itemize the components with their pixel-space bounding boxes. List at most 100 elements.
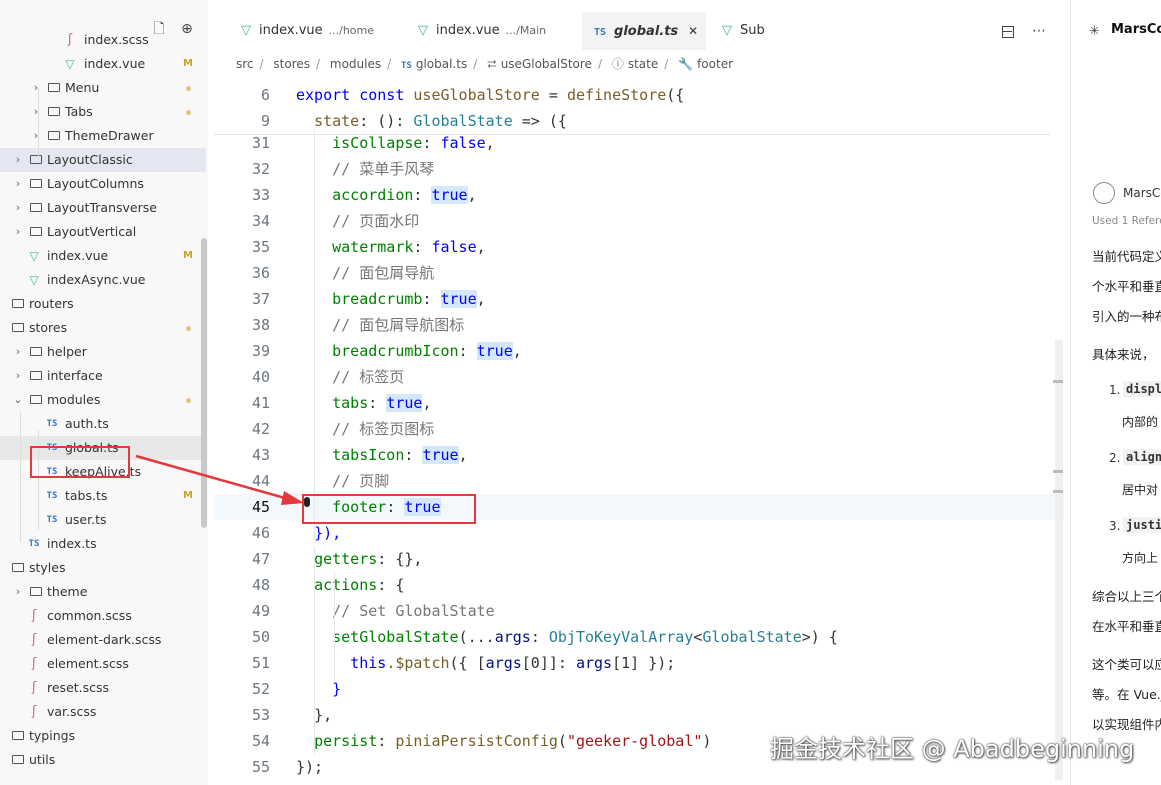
breadcrumb-symbol-state[interactable]: state: [628, 57, 658, 71]
code-area[interactable]: 6 export const useGlobalStore = defineSto…: [214, 82, 1064, 785]
code-line[interactable]: 44 // 页脚: [214, 468, 1064, 494]
property-token: accordion: [332, 186, 414, 204]
editor-tab[interactable]: ▽ Sub: [716, 12, 776, 50]
chevron-right-icon[interactable]: ›: [12, 172, 24, 196]
tree-folder[interactable]: › interface: [0, 364, 206, 388]
breadcrumb-file[interactable]: global.ts: [416, 57, 467, 71]
code-content: watermark: false,: [296, 234, 486, 260]
line-number: 40: [251, 368, 270, 386]
code-line[interactable]: 51 this.$patch({ [args[0]]: args[1] });: [214, 650, 1064, 676]
chevron-right-icon[interactable]: ›: [12, 364, 24, 388]
function-token: .$patch: [386, 654, 450, 672]
code-line[interactable]: 39 breadcrumbIcon: true,: [214, 338, 1064, 364]
chevron-right-icon[interactable]: ›: [12, 196, 24, 220]
tree-folder[interactable]: › theme: [0, 580, 206, 604]
punctuation-token: : {},: [377, 550, 423, 568]
tree-folder[interactable]: styles: [0, 556, 206, 580]
tree-file[interactable]: TS index.ts: [0, 532, 206, 556]
explorer-scrollbar[interactable]: [201, 238, 207, 528]
tree-folder[interactable]: routers: [0, 292, 206, 316]
breadcrumb-symbol-footer[interactable]: footer: [697, 57, 733, 71]
close-icon[interactable]: ✕: [688, 24, 698, 38]
chevron-right-icon[interactable]: ›: [12, 148, 24, 172]
tree-file[interactable]: ▽ index.vue M: [0, 52, 206, 76]
boolean-token: true: [440, 290, 477, 308]
tree-folder[interactable]: stores: [0, 316, 206, 340]
code-line[interactable]: 40 // 标签页: [214, 364, 1064, 390]
tree-folder[interactable]: › Menu: [0, 76, 206, 100]
file-explorer: 🗋 ⊕ ʃ index.scss ▽ index.vue M › Menu › Tabs › The…: [0, 0, 208, 785]
tab-actions: ⋯: [1001, 12, 1046, 50]
tree-file[interactable]: ʃ var.scss: [0, 700, 206, 724]
tree-folder[interactable]: › Tabs: [0, 100, 206, 124]
tree-file[interactable]: ▽ indexAsync.vue: [0, 268, 206, 292]
tree-file[interactable]: TS user.ts: [0, 508, 206, 532]
modified-badge: M: [183, 490, 193, 501]
code-line[interactable]: 42 // 标签页图标: [214, 416, 1064, 442]
editor-tab[interactable]: ▽ index.vue .../home: [235, 12, 405, 50]
tree-file[interactable]: TS auth.ts: [0, 412, 206, 436]
tree-folder[interactable]: › LayoutClassic: [0, 148, 206, 172]
chat-text-line: 内部的: [1122, 415, 1159, 429]
code-line[interactable]: 35 watermark: false,: [214, 234, 1064, 260]
chevron-right-icon[interactable]: ›: [30, 76, 42, 100]
breadcrumb-stores[interactable]: stores: [273, 57, 310, 71]
tree-file[interactable]: ʃ index.scss: [0, 28, 206, 52]
more-actions-icon[interactable]: ⋯: [1032, 23, 1046, 39]
chevron-right-icon[interactable]: ›: [30, 124, 42, 148]
tree-file[interactable]: ʃ reset.scss: [0, 676, 206, 700]
code-line[interactable]: 6 export const useGlobalStore = defineSto…: [214, 82, 1064, 108]
code-line[interactable]: 50 setGlobalState(...args: ObjToKeyValAr…: [214, 624, 1064, 650]
editor-tab[interactable]: ▽index.vue.../layouts: [214, 12, 228, 50]
code-line[interactable]: 33 accordion: true,: [214, 182, 1064, 208]
chevron-right-icon[interactable]: ›: [12, 340, 24, 364]
tab-label: index.vue: [436, 23, 500, 38]
code-line[interactable]: 47 getters: {},: [214, 546, 1064, 572]
chevron-down-icon[interactable]: ⌄: [12, 388, 24, 412]
code-line[interactable]: 34 // 页面水印: [214, 208, 1064, 234]
tree-folder[interactable]: › LayoutColumns: [0, 172, 206, 196]
code-line[interactable]: 38 // 面包屑导航图标: [214, 312, 1064, 338]
tree-folder[interactable]: › helper: [0, 340, 206, 364]
editor-tab[interactable]: ▽ index.vue .../Main: [412, 12, 572, 50]
code-line[interactable]: 53 },: [214, 702, 1064, 728]
chat-references[interactable]: Used 1 Referen: [1092, 215, 1161, 227]
breadcrumb-src[interactable]: src: [236, 57, 254, 71]
comment-token: // 页面水印: [332, 212, 420, 230]
breadcrumb-symbol-store[interactable]: useGlobalStore: [501, 57, 592, 71]
code-line[interactable]: 32 // 菜单手风琴: [214, 156, 1064, 182]
property-token: actions: [314, 576, 378, 594]
tree-file[interactable]: ▽ index.vue M: [0, 244, 206, 268]
tree-file[interactable]: ʃ common.scss: [0, 604, 206, 628]
property-token: persist: [314, 732, 378, 750]
code-line[interactable]: 49 // Set GlobalState: [214, 598, 1064, 624]
boolean-token: true: [431, 186, 468, 204]
tree-file[interactable]: TS tabs.ts M: [0, 484, 206, 508]
tree-folder[interactable]: utils: [0, 748, 206, 772]
comment-token: // 菜单手风琴: [332, 160, 435, 178]
tree-folder[interactable]: typings: [0, 724, 206, 748]
vue-file-icon: ▽: [241, 23, 251, 38]
tree-folder[interactable]: › ThemeDrawer: [0, 124, 206, 148]
code-line[interactable]: 31 isCollapse: false,: [214, 130, 1064, 156]
tree-folder[interactable]: › LayoutTransverse: [0, 196, 206, 220]
tree-file[interactable]: ʃ element.scss: [0, 652, 206, 676]
chevron-right-icon: /: [664, 57, 669, 71]
line-number: 52: [251, 680, 270, 698]
code-line[interactable]: 36 // 面包屑导航: [214, 260, 1064, 286]
editor-tab[interactable]: TS global.ts ✕: [582, 12, 706, 50]
tree-file[interactable]: ʃ element-dark.scss: [0, 628, 206, 652]
code-line[interactable]: 37 breadcrumb: true,: [214, 286, 1064, 312]
chevron-right-icon[interactable]: ›: [12, 580, 24, 604]
code-line[interactable]: 52 }: [214, 676, 1064, 702]
vertical-scrollbar[interactable]: [1055, 340, 1063, 780]
split-editor-icon[interactable]: [1001, 25, 1014, 38]
chevron-right-icon[interactable]: ›: [30, 100, 42, 124]
tree-folder[interactable]: ⌄ modules: [0, 388, 206, 412]
code-line[interactable]: 41 tabs: true,: [214, 390, 1064, 416]
code-line[interactable]: 43 tabsIcon: true,: [214, 442, 1064, 468]
tree-folder[interactable]: › LayoutVertical: [0, 220, 206, 244]
breadcrumb-modules[interactable]: modules: [330, 57, 381, 71]
code-line[interactable]: 48 actions: {: [214, 572, 1064, 598]
chevron-right-icon[interactable]: ›: [12, 220, 24, 244]
